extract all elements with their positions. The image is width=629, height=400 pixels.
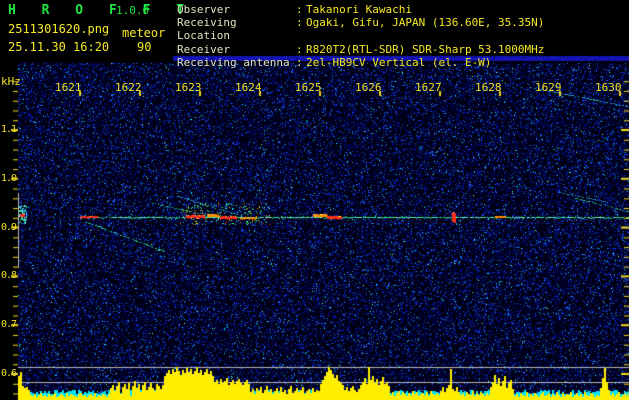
freq-tick-label: 1.1 bbox=[0, 124, 17, 135]
hrofft-window: H R O F F T 1.0.0 2511301620.png meteor … bbox=[0, 0, 629, 400]
observer-info-block: Observer : Takanori Kawachi Receiving Lo… bbox=[177, 3, 544, 69]
info-row-antenna: Receiving antenna : 2el-HB9CV Vertical (… bbox=[177, 56, 544, 69]
info-value: Takanori Kawachi bbox=[306, 3, 412, 16]
info-row-location: Receiving Location : Ogaki, Gifu, JAPAN … bbox=[177, 16, 544, 42]
interval-label: 90 bbox=[137, 40, 152, 54]
time-tick-label: 1627 bbox=[415, 81, 442, 94]
info-label: Observer bbox=[177, 3, 230, 16]
info-label: Receiver bbox=[177, 42, 230, 56]
app-version: 1.0.0 bbox=[116, 4, 150, 17]
datetime-label: 25.11.30 16:20 bbox=[8, 40, 110, 54]
freq-tick-label: 0.9 bbox=[0, 221, 17, 233]
info-separator: : bbox=[296, 55, 303, 69]
output-filename: 2511301620.png bbox=[8, 22, 110, 36]
info-label: Receiving antenna bbox=[177, 55, 290, 69]
info-separator: : bbox=[296, 3, 303, 16]
time-tick-label: 1621 bbox=[55, 81, 82, 94]
time-tick-label: 1628 bbox=[475, 81, 502, 94]
info-separator: : bbox=[296, 16, 303, 30]
freq-tick-label: 0.7 bbox=[0, 319, 17, 331]
info-row-observer: Observer : Takanori Kawachi bbox=[177, 3, 544, 16]
info-label: Receiving Location bbox=[177, 16, 237, 43]
time-tick-label: 1623 bbox=[175, 81, 202, 94]
info-value: R820T2(RTL-SDR) SDR-Sharp 53.1000MHz bbox=[306, 42, 545, 56]
time-tick-label: 1625 bbox=[295, 81, 322, 94]
info-row-receiver: Receiver : R820T2(RTL-SDR) SDR-Sharp 53.… bbox=[177, 43, 544, 56]
freq-tick-label: 0.8 bbox=[0, 270, 17, 282]
time-tick-label: 1629 bbox=[535, 81, 562, 94]
app-title: H R O F F T bbox=[8, 3, 194, 18]
time-tick-label: 1626 bbox=[355, 81, 382, 94]
time-tick-label: 1624 bbox=[235, 81, 262, 94]
freq-tick-label: 0.6 bbox=[0, 368, 17, 379]
freq-tick-label: 1.0 bbox=[0, 172, 17, 184]
time-tick-label: 1622 bbox=[115, 81, 142, 94]
info-value: Ogaki, Gifu, JAPAN (136.60E, 35.35N) bbox=[306, 16, 545, 30]
info-value: 2el-HB9CV Vertical (el. E-W) bbox=[306, 55, 492, 69]
time-tick-label: 1630 bbox=[595, 81, 622, 94]
mode-label: meteor bbox=[122, 26, 166, 40]
info-separator: : bbox=[296, 42, 303, 56]
freq-axis-unit: kHz bbox=[1, 75, 21, 88]
